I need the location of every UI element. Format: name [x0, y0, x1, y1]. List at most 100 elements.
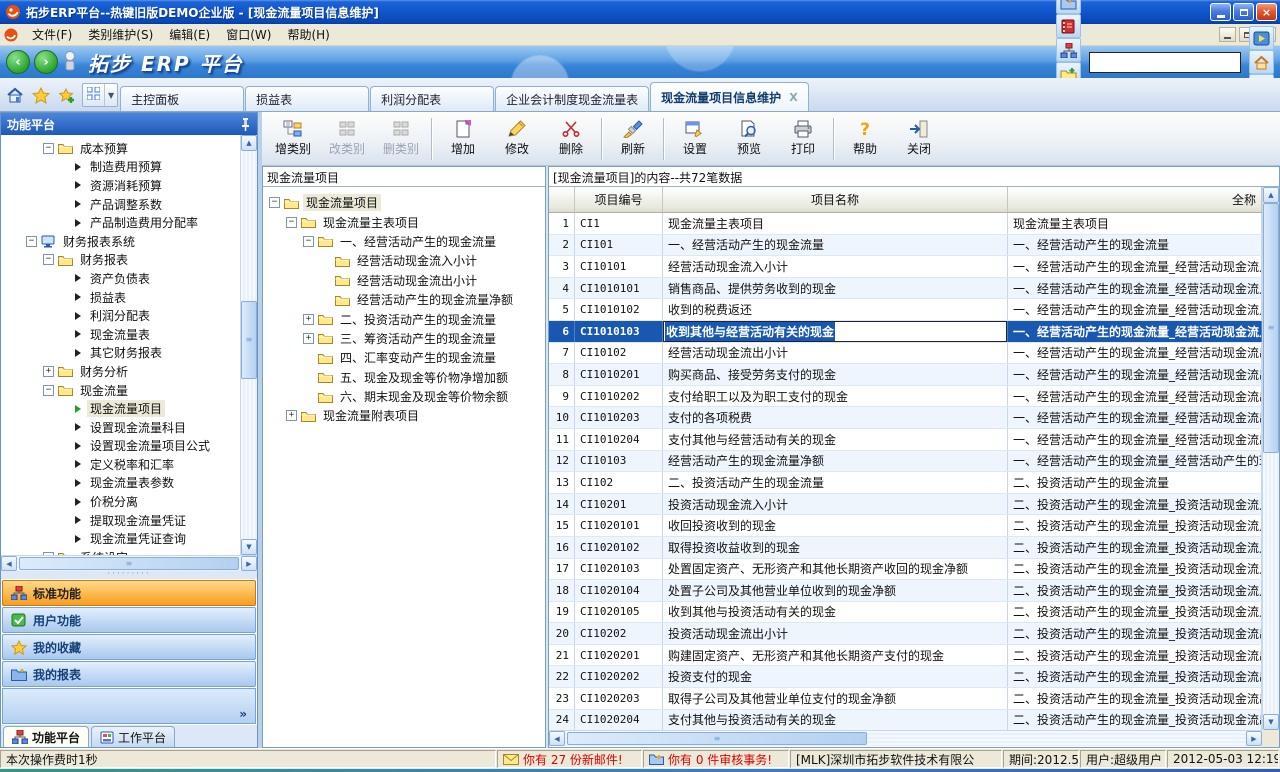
table-row[interactable]: 7CI10102经营活动现金流出小计一、经营活动产生的现金流量_经营活动现金流出…: [549, 343, 1262, 365]
tree-item[interactable]: 产品调整系数: [1, 195, 239, 214]
scroll-left-icon[interactable]: ◀: [1, 556, 17, 571]
table-row[interactable]: 13CI102二、投资活动产生的现金流量二、投资活动产生的现金流量: [549, 472, 1262, 494]
tree-item[interactable]: 六、期末现金及现金等价物余额: [267, 387, 543, 406]
toolbar-button-打印[interactable]: 打印: [776, 115, 830, 163]
item-name-cell[interactable]: 经营活动现金流入小计: [663, 256, 1008, 277]
mdi-minimize-button[interactable]: [1219, 27, 1236, 42]
tree-item[interactable]: −现金流量: [1, 381, 239, 400]
scroll-down-icon[interactable]: ▼: [1263, 714, 1279, 730]
tab-list-split-button[interactable]: ▼: [82, 83, 118, 107]
expander-icon[interactable]: −: [43, 552, 54, 555]
item-name-cell[interactable]: 二、投资活动产生的现金流量: [663, 472, 1008, 493]
scroll-up-icon[interactable]: ▲: [1263, 187, 1279, 203]
address-book-button[interactable]: [1056, 14, 1081, 38]
item-name-cell[interactable]: 支付其他与投资活动有关的现金: [663, 710, 1008, 730]
column-header[interactable]: 项目名称: [663, 187, 1008, 212]
tree-item[interactable]: +三、筹资活动产生的现金流量: [267, 329, 543, 348]
table-row[interactable]: 20CI10202投资活动现金流出小计二、投资活动产生的现金流量_投资活动现金流…: [549, 623, 1262, 645]
column-header[interactable]: 项目编号: [575, 187, 663, 212]
sidebar-tab-功能平台[interactable]: 功能平台: [3, 726, 89, 747]
tree-item[interactable]: −成本预算: [1, 139, 239, 158]
table-row[interactable]: 12CI10103经营活动产生的现金流量净额一、经营活动产生的现金流量_经营活动…: [549, 451, 1262, 473]
view-tab[interactable]: 损益表: [245, 86, 369, 111]
tree-item[interactable]: 其它财务报表: [1, 344, 239, 363]
item-name-cell[interactable]: 收到其他与投资活动有关的现金: [663, 602, 1008, 623]
favorite-button[interactable]: [29, 83, 53, 107]
tree-item[interactable]: 产品制造费用分配率: [1, 213, 239, 232]
scroll-right-icon[interactable]: ▶: [241, 556, 257, 571]
expander-icon[interactable]: −: [43, 254, 54, 265]
item-name-cell[interactable]: 一、经营活动产生的现金流量: [663, 235, 1008, 256]
table-row[interactable]: 23CI1020203取得子公司及其他营业单位支付的现金净额二、投资活动产生的现…: [549, 688, 1262, 710]
tree-item[interactable]: 制造费用预算: [1, 158, 239, 177]
item-name-cell[interactable]: 处置固定资产、无形资产和其他长期资产收回的现金净额: [663, 559, 1008, 580]
scroll-up-icon[interactable]: ▲: [241, 135, 257, 151]
table-row[interactable]: 4CI1010101销售商品、提供劳务收到的现金一、经营活动产生的现金流量_经营…: [549, 278, 1262, 300]
forward-button[interactable]: ›: [34, 50, 58, 74]
table-row[interactable]: 1CI1现金流量主表项目现金流量主表项目: [549, 213, 1262, 235]
sidebar-splitter-handle[interactable]: ·········: [1, 571, 257, 579]
toolbar-button-增加[interactable]: 增加: [436, 115, 490, 163]
table-row[interactable]: 11CI1010204支付其他与经营活动有关的现金一、经营活动产生的现金流量_经…: [549, 429, 1262, 451]
view-tab[interactable]: 主控面板: [120, 86, 244, 111]
pin-icon[interactable]: [240, 117, 251, 131]
table-row[interactable]: 21CI1020201购建固定资产、无形资产和其他长期资产支付的现金二、投资活动…: [549, 645, 1262, 667]
tree-item[interactable]: 四、汇率变动产生的现金流量: [267, 348, 543, 367]
item-name-cell[interactable]: 处置子公司及其他营业单位收到的现金净额: [663, 580, 1008, 601]
tree-item[interactable]: 经营活动产生的现金流量净额: [267, 290, 543, 309]
tree-item[interactable]: +现金流量附表项目: [267, 406, 543, 425]
sidebar-vertical-scrollbar[interactable]: ▲ ≡ ▼: [240, 135, 257, 555]
tree-item[interactable]: 经营活动现金流入小计: [267, 251, 543, 270]
item-name-cell[interactable]: 经营活动产生的现金流量净额: [663, 451, 1008, 472]
item-name-cell[interactable]: 支付的各项税费: [663, 407, 1008, 428]
table-row[interactable]: 9CI1010202支付给职工以及为职工支付的现金一、经营活动产生的现金流量_经…: [549, 386, 1262, 408]
tree-item[interactable]: 现金流量项目: [1, 399, 239, 418]
quick-search-input[interactable]: [1089, 52, 1241, 73]
expander-icon[interactable]: +: [303, 314, 314, 325]
tree-item[interactable]: 现金流量表参数: [1, 474, 239, 493]
tree-item[interactable]: +财务分析: [1, 362, 239, 381]
item-name-cell[interactable]: 收回投资收到的现金: [663, 515, 1008, 536]
expander-icon[interactable]: −: [43, 143, 54, 154]
table-row[interactable]: 18CI1020104处置子公司及其他营业单位收到的现金净额二、投资活动产生的现…: [549, 580, 1262, 602]
table-row[interactable]: 15CI1020101收回投资收到的现金二、投资活动产生的现金流量_投资活动现金…: [549, 515, 1262, 537]
item-name-cell[interactable]: 现金流量主表项目: [663, 213, 1008, 234]
item-name-cell[interactable]: 购建固定资产、无形资产和其他长期资产支付的现金: [663, 645, 1008, 666]
table-row[interactable]: 5CI1010102收到的税费返还一、经营活动产生的现金流量_经营活动现金流入小…: [549, 299, 1262, 321]
toolbar-button-设置[interactable]: 设置: [668, 115, 722, 163]
view-tab[interactable]: 现金流量项目信息维护X: [650, 82, 809, 111]
scroll-thumb[interactable]: ≡: [241, 301, 257, 379]
home-exit-button[interactable]: [1249, 50, 1274, 74]
tree-item[interactable]: 设置现金流量项目公式: [1, 437, 239, 456]
tree-item[interactable]: 损益表: [1, 288, 239, 307]
restore-button[interactable]: [1233, 3, 1254, 21]
item-name-cell[interactable]: 支付给职工以及为职工支付的现金: [663, 386, 1008, 407]
view-tab[interactable]: 利润分配表: [370, 86, 494, 111]
column-header[interactable]: 全称: [1008, 187, 1262, 212]
toolbar-button-删除[interactable]: 删除: [544, 115, 598, 163]
table-row[interactable]: 6CI1010103收到其他与经营活动有关的现金一、经营活动产生的现金流量_经营…: [549, 321, 1262, 343]
scroll-thumb[interactable]: ≡: [567, 732, 867, 745]
close-button[interactable]: ×: [1256, 3, 1277, 21]
toolbar-button-修改[interactable]: 修改: [490, 115, 544, 163]
scroll-left-icon[interactable]: ◀: [549, 731, 565, 746]
tree-item[interactable]: 提取现金流量凭证: [1, 511, 239, 530]
table-row[interactable]: 24CI1020204支付其他与投资活动有关的现金二、投资活动产生的现金流量_投…: [549, 710, 1262, 730]
expander-icon[interactable]: +: [43, 366, 54, 377]
expander-icon[interactable]: −: [43, 385, 54, 396]
toolbar-button-增类别[interactable]: 增类别: [266, 115, 320, 163]
item-name-cell[interactable]: 支付其他与经营活动有关的现金: [663, 429, 1008, 450]
tab-close-icon[interactable]: X: [789, 91, 797, 104]
expander-icon[interactable]: −: [303, 236, 314, 247]
tree-item[interactable]: −财务报表系统: [1, 232, 239, 251]
sitemap-button[interactable]: [1056, 38, 1081, 62]
expander-icon[interactable]: −: [286, 217, 297, 228]
table-row[interactable]: 3CI10101经营活动现金流入小计一、经营活动产生的现金流量_经营活动现金流入…: [549, 256, 1262, 278]
item-name-cell[interactable]: 取得子公司及其他营业单位支付的现金净额: [663, 688, 1008, 709]
item-name-cell[interactable]: 投资活动现金流入小计: [663, 494, 1008, 515]
expander-icon[interactable]: −: [26, 236, 37, 247]
back-button[interactable]: ‹: [6, 50, 30, 74]
table-row[interactable]: 14CI10201投资活动现金流入小计二、投资活动产生的现金流量_投资活动现金流…: [549, 494, 1262, 516]
expander-icon[interactable]: +: [303, 333, 314, 344]
accordion-我的报表[interactable]: 我的报表: [2, 661, 256, 687]
